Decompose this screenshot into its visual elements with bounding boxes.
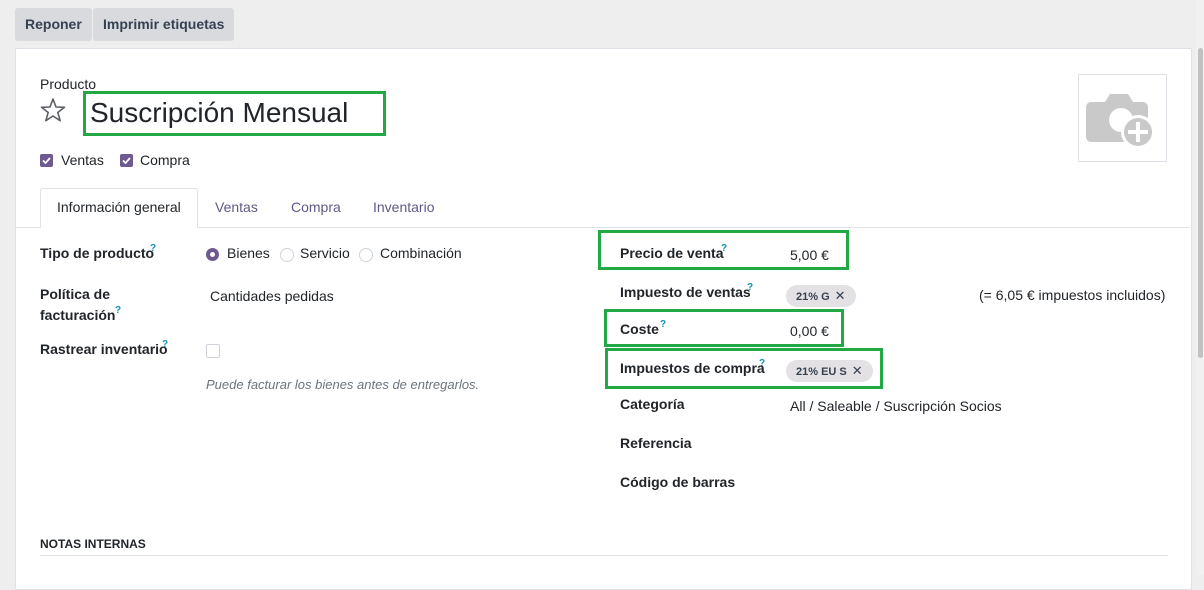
highlight-box-name <box>83 91 386 136</box>
can-be-purchased-checkbox[interactable] <box>120 154 133 167</box>
invoicing-policy-select[interactable]: Cantidades pedidas <box>210 288 334 304</box>
tab-purchase[interactable]: Compra <box>291 199 341 215</box>
reference-label: Referencia <box>620 435 692 451</box>
internal-notes-divider <box>40 555 1168 556</box>
track-inventory-checkbox[interactable] <box>206 344 220 358</box>
product-type-help[interactable]: ? <box>150 243 156 254</box>
product-label: Producto <box>40 76 97 92</box>
can-be-sold-label: Ventas <box>61 152 104 168</box>
tab-inventory[interactable]: Inventario <box>373 199 434 215</box>
track-inventory-label: Rastrear inventario <box>40 341 168 357</box>
internal-notes-heading: NOTAS INTERNAS <box>40 537 146 551</box>
category-input[interactable]: All / Saleable / Suscripción Socios <box>790 398 1002 414</box>
sales-tax-tag[interactable]: 21% G ✕ <box>786 285 856 307</box>
sales-tax-tag-label: 21% G <box>796 291 830 303</box>
track-inventory-help[interactable]: ? <box>162 339 168 350</box>
can-be-purchased-label: Compra <box>140 152 190 168</box>
category-label: Categoría <box>620 396 685 412</box>
highlight-box-cost <box>604 309 844 347</box>
tab-sales[interactable]: Ventas <box>215 199 258 215</box>
print-labels-button[interactable]: Imprimir etiquetas <box>93 8 235 41</box>
product-image[interactable] <box>1078 74 1167 162</box>
product-type-combo-radio[interactable] <box>359 248 373 262</box>
favorite-star-icon[interactable] <box>40 97 66 123</box>
scrollbar-thumb[interactable] <box>1198 48 1203 358</box>
invoicing-policy-help[interactable]: ? <box>115 305 121 316</box>
product-type-combo-label: Combinación <box>380 245 462 261</box>
sales-tax-label: Impuesto de ventas <box>620 284 751 300</box>
invoicing-policy-label-line1: Política de <box>40 286 111 302</box>
invoicing-hint: Puede facturar los bienes antes de entre… <box>206 377 480 392</box>
highlight-box-purchase-tax <box>605 348 883 389</box>
sales-tax-help[interactable]: ? <box>747 282 753 293</box>
barcode-label: Código de barras <box>620 474 736 490</box>
tab-general-info-label[interactable]: Información general <box>57 199 181 215</box>
can-be-sold-checkbox[interactable] <box>40 154 53 167</box>
product-type-service-label: Servicio <box>300 245 350 261</box>
tax-included-note: (= 6,05 € impuestos incluidos) <box>979 287 1166 303</box>
product-type-service-radio[interactable] <box>280 248 294 262</box>
product-type-label: Tipo de producto <box>40 245 155 261</box>
product-type-goods-radio[interactable] <box>206 248 219 261</box>
product-type-goods-label: Bienes <box>227 245 270 261</box>
highlight-box-sale-price <box>598 230 849 270</box>
camera-add-icon <box>1086 94 1155 149</box>
replenish-button[interactable]: Reponer <box>15 8 92 41</box>
sales-tax-tag-remove-icon[interactable]: ✕ <box>835 288 846 303</box>
invoicing-policy-label-line2: facturación <box>40 307 116 323</box>
